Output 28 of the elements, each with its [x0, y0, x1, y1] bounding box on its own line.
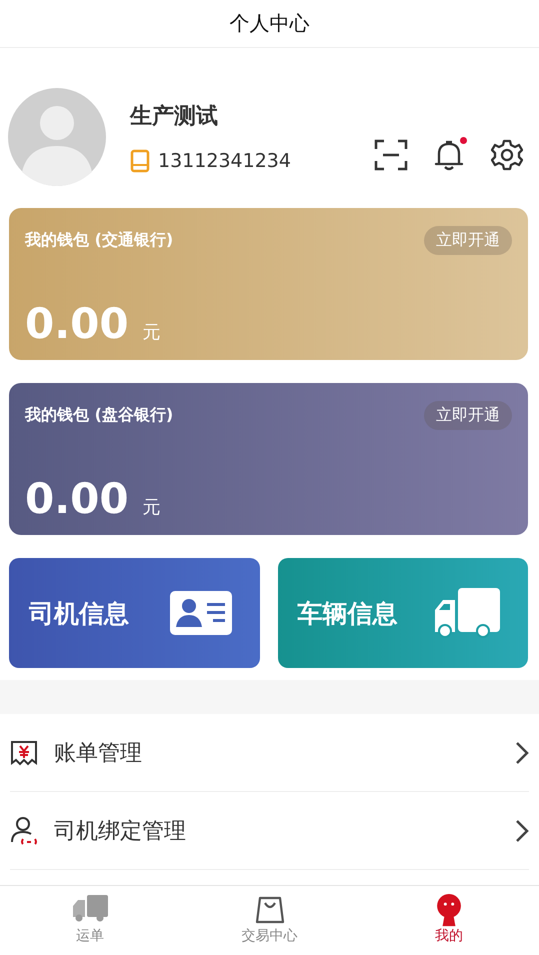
truck-icon	[70, 894, 109, 922]
phone-number: 13112341234	[158, 150, 291, 172]
activate-button[interactable]: 立即开通	[424, 401, 512, 430]
currency-unit: 元	[142, 321, 161, 344]
info-tile[interactable]: 车辆信息	[278, 558, 528, 668]
menu-item[interactable]: 司机绑定管理	[10, 792, 529, 870]
wallet-balance: 0.00	[25, 299, 129, 348]
currency-unit: 元	[142, 496, 161, 519]
tab-item[interactable]: 我的	[359, 886, 539, 955]
user-link-icon	[10, 816, 38, 846]
chevron-right-icon	[515, 818, 529, 842]
scan-button[interactable]	[373, 137, 409, 173]
wallet-title: 我的钱包 (交通银行)	[25, 230, 174, 251]
shopping-bag-icon	[254, 894, 286, 926]
user-name: 生产测试	[130, 103, 219, 131]
settings-button[interactable]	[489, 137, 525, 173]
id-card-icon	[170, 591, 232, 635]
info-tile[interactable]: 司机信息	[9, 558, 260, 668]
phone-icon	[130, 149, 150, 173]
wallet-title: 我的钱包 (盘谷银行)	[25, 405, 174, 426]
wallet-balance: 0.00	[25, 474, 129, 523]
tab-item[interactable]: 运单	[0, 886, 180, 955]
receipt-icon	[10, 740, 38, 766]
truck-icon	[434, 588, 500, 638]
chevron-right-icon	[515, 740, 529, 764]
tab-item[interactable]: 交易中心	[180, 886, 360, 955]
page-title: 个人中心	[230, 10, 310, 37]
menu-item[interactable]: 账单管理	[10, 714, 529, 792]
